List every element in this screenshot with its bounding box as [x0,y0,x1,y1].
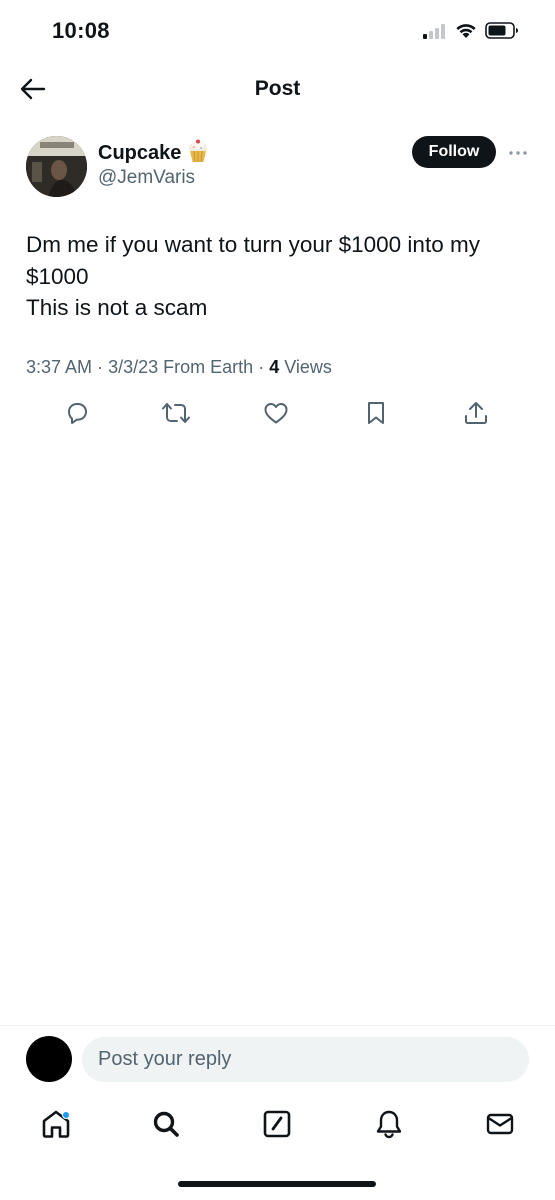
post-actions [0,398,555,432]
views-count[interactable]: 4 [269,357,279,377]
page-title: Post [254,77,301,100]
retweet-icon [161,400,191,431]
nav-compose[interactable] [259,1108,295,1144]
compose-icon [262,1109,292,1144]
post-time: 3:37 AM [26,357,93,377]
post-source: From Earth [163,357,254,377]
author-handle[interactable]: @JemVaris [98,167,195,189]
cupcake-icon [187,139,209,168]
bottom-nav [0,1100,555,1150]
follow-button[interactable]: Follow [412,136,496,168]
reply-divider [0,1025,555,1026]
like-icon [263,401,289,430]
wifi-icon [455,23,477,44]
nav-messages[interactable] [482,1108,518,1144]
post-text-line: This is not a scam [26,295,208,320]
views-label: Views [284,357,332,377]
bookmark-icon [365,400,387,431]
share-icon [463,400,489,431]
cellular-signal-icon [423,23,447,44]
status-bar: 10:08 [0,0,555,60]
nav-home[interactable] [38,1108,74,1144]
search-icon [151,1109,181,1144]
post-text-line: Dm me if you want to turn your $1000 int… [26,232,480,257]
home-indicator [178,1181,376,1187]
status-time: 10:08 [52,18,110,43]
author-name-row: Cupcake [98,139,209,168]
notifications-icon [374,1108,404,1145]
more-options-button[interactable] [506,140,530,164]
reply-icon [64,400,90,431]
avatar[interactable] [26,136,87,197]
reply-input[interactable] [82,1037,529,1082]
author-name[interactable]: Cupcake [98,142,181,165]
battery-icon [485,22,519,44]
post-text: Dm me if you want to turn your $1000 int… [26,229,526,324]
nav-notifications[interactable] [371,1108,407,1144]
post-date: 3/3/23 [108,357,159,377]
post-text-line: $1000 [26,263,89,289]
post-author: Cupcake @JemVaris Follow [26,134,530,198]
share-button[interactable] [459,398,493,432]
bookmark-button[interactable] [359,398,393,432]
reply-button[interactable] [60,398,94,432]
more-dots-icon [508,143,528,161]
page-header: Post [0,64,555,116]
home-notification-dot [62,1111,70,1119]
retweet-button[interactable] [159,398,193,432]
meta-separator: · [97,357,104,377]
status-icons [423,22,519,44]
messages-icon [485,1110,515,1143]
post-meta: 3:37 AM · 3/3/23 From Earth · 4 Views [26,357,332,378]
like-button[interactable] [259,398,293,432]
nav-search[interactable] [148,1108,184,1144]
meta-separator: · [258,357,265,377]
reply-avatar [26,1036,72,1082]
